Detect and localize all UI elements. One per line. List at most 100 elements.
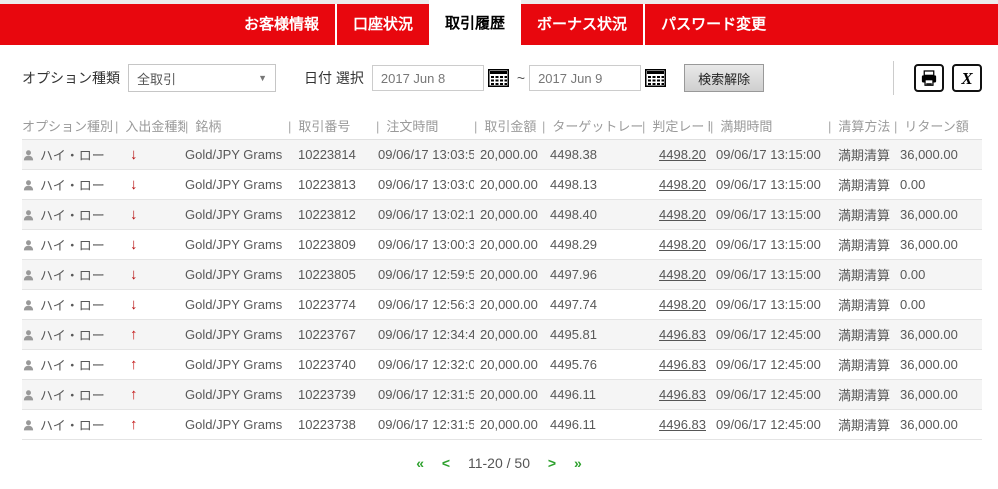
cell-option_type: ハイ・ロー (22, 319, 115, 349)
nav-tabs: お客様情報口座状況取引履歴ボーナス状況パスワード変更 (228, 4, 782, 48)
cell-target_rate: 4498.38 (542, 139, 642, 169)
column-separator: | (542, 119, 545, 134)
cell-order_time: 09/06/17 12:56:33 (376, 289, 474, 319)
date-from-calendar-button[interactable] (488, 69, 509, 87)
arrow-down-icon: ↓ (130, 176, 138, 193)
judgment-rate-link[interactable]: 4498.20 (659, 267, 706, 282)
export-toolbar: X (893, 61, 982, 95)
cell-amount: 20,000.00 (474, 409, 542, 439)
nav-tab[interactable]: ボーナス状況 (521, 4, 643, 45)
cell-return_amount: 0.00 (894, 289, 982, 319)
cell-judgment_rate: 4496.83 (642, 319, 710, 349)
table-row: ハイ・ロー↑Gold/JPY Grams1022373809/06/17 12:… (22, 409, 982, 439)
cell-trade_no: 10223814 (288, 139, 376, 169)
judgment-rate-link[interactable]: 4498.20 (659, 177, 706, 192)
nav-tab[interactable]: 取引履歴 (429, 0, 521, 48)
user-icon (22, 359, 35, 372)
cell-expiry_time: 09/06/17 13:15:00 (710, 229, 828, 259)
date-to-calendar-button[interactable] (645, 69, 666, 87)
table-row: ハイ・ロー↑Gold/JPY Grams1022374009/06/17 12:… (22, 349, 982, 379)
cell-target_rate: 4498.29 (542, 229, 642, 259)
cell-option_type: ハイ・ロー (22, 409, 115, 439)
table-row: ハイ・ロー↓Gold/JPY Grams1022377409/06/17 12:… (22, 289, 982, 319)
cell-direction: ↑ (115, 349, 185, 379)
pagination-first-button[interactable]: « (416, 455, 424, 471)
cell-settlement: 満期清算 (828, 139, 894, 169)
cell-trade_no: 10223739 (288, 379, 376, 409)
cell-amount: 20,000.00 (474, 169, 542, 199)
cell-order_time: 09/06/17 13:03:52 (376, 139, 474, 169)
judgment-rate-link[interactable]: 4496.83 (659, 387, 706, 402)
cell-amount: 20,000.00 (474, 319, 542, 349)
judgment-rate-link[interactable]: 4498.20 (659, 237, 706, 252)
nav-tab[interactable]: パスワード変更 (643, 4, 782, 45)
cell-trade_no: 10223805 (288, 259, 376, 289)
print-button[interactable] (914, 64, 944, 92)
cell-trade_no: 10223740 (288, 349, 376, 379)
cell-settlement: 満期清算 (828, 169, 894, 199)
clear-search-button[interactable]: 検索解除 (684, 64, 764, 92)
column-header-expiry_time: |満期時間 (710, 113, 828, 139)
cell-judgment_rate: 4496.83 (642, 409, 710, 439)
date-from-input[interactable] (372, 65, 484, 91)
cell-amount: 20,000.00 (474, 229, 542, 259)
cell-settlement: 満期清算 (828, 199, 894, 229)
cell-judgment_rate: 4498.20 (642, 139, 710, 169)
option-type-selected-value: 全取引 (137, 69, 176, 88)
table-row: ハイ・ロー↓Gold/JPY Grams1022381209/06/17 13:… (22, 199, 982, 229)
table-body: ハイ・ロー↓Gold/JPY Grams1022381409/06/17 13:… (22, 139, 982, 439)
column-header-option_type: オプション種別 (22, 113, 115, 139)
pagination-next-button[interactable]: > (548, 455, 556, 471)
cell-settlement: 満期清算 (828, 229, 894, 259)
excel-icon: X (961, 70, 972, 87)
column-header-return_amount: |リターン額 (894, 113, 982, 139)
nav-tab[interactable]: 口座状況 (335, 4, 429, 45)
cell-target_rate: 4497.74 (542, 289, 642, 319)
pagination-prev-button[interactable]: < (442, 455, 450, 471)
cell-return_amount: 36,000.00 (894, 319, 982, 349)
date-to-input[interactable] (529, 65, 641, 91)
column-separator: | (288, 119, 291, 134)
excel-export-button[interactable]: X (952, 64, 982, 92)
cell-amount: 20,000.00 (474, 199, 542, 229)
cell-target_rate: 4496.11 (542, 379, 642, 409)
judgment-rate-link[interactable]: 4498.20 (659, 207, 706, 222)
nav-tab[interactable]: お客様情報 (228, 4, 335, 45)
arrow-down-icon: ↓ (130, 146, 138, 163)
cell-target_rate: 4495.81 (542, 319, 642, 349)
judgment-rate-link[interactable]: 4496.83 (659, 417, 706, 432)
arrow-up-icon: ↑ (130, 326, 138, 343)
cell-option_type: ハイ・ロー (22, 379, 115, 409)
arrow-down-icon: ↓ (130, 266, 138, 283)
arrow-down-icon: ↓ (130, 206, 138, 223)
judgment-rate-link[interactable]: 4496.83 (659, 357, 706, 372)
cell-settlement: 満期清算 (828, 319, 894, 349)
judgment-rate-link[interactable]: 4496.83 (659, 327, 706, 342)
cell-symbol: Gold/JPY Grams (185, 139, 288, 169)
pagination-last-button[interactable]: » (574, 455, 582, 471)
cell-option_type: ハイ・ロー (22, 139, 115, 169)
cell-order_time: 09/06/17 12:34:42 (376, 319, 474, 349)
arrow-down-icon: ↓ (130, 296, 138, 313)
cell-option_type: ハイ・ロー (22, 169, 115, 199)
cell-direction: ↓ (115, 289, 185, 319)
cell-amount: 20,000.00 (474, 289, 542, 319)
cell-order_time: 09/06/17 12:31:58 (376, 379, 474, 409)
cell-direction: ↓ (115, 199, 185, 229)
cell-amount: 20,000.00 (474, 349, 542, 379)
arrow-up-icon: ↑ (130, 386, 138, 403)
judgment-rate-link[interactable]: 4498.20 (659, 147, 706, 162)
cell-return_amount: 36,000.00 (894, 199, 982, 229)
judgment-rate-link[interactable]: 4498.20 (659, 297, 706, 312)
cell-judgment_rate: 4498.20 (642, 169, 710, 199)
arrow-up-icon: ↑ (130, 356, 138, 373)
cell-target_rate: 4498.13 (542, 169, 642, 199)
column-separator: | (115, 119, 118, 134)
cell-settlement: 満期清算 (828, 409, 894, 439)
cell-judgment_rate: 4498.20 (642, 259, 710, 289)
cell-symbol: Gold/JPY Grams (185, 199, 288, 229)
column-separator: | (376, 119, 379, 134)
cell-return_amount: 36,000.00 (894, 349, 982, 379)
cell-judgment_rate: 4498.20 (642, 229, 710, 259)
option-type-select[interactable]: 全取引 ▼ (128, 64, 276, 92)
